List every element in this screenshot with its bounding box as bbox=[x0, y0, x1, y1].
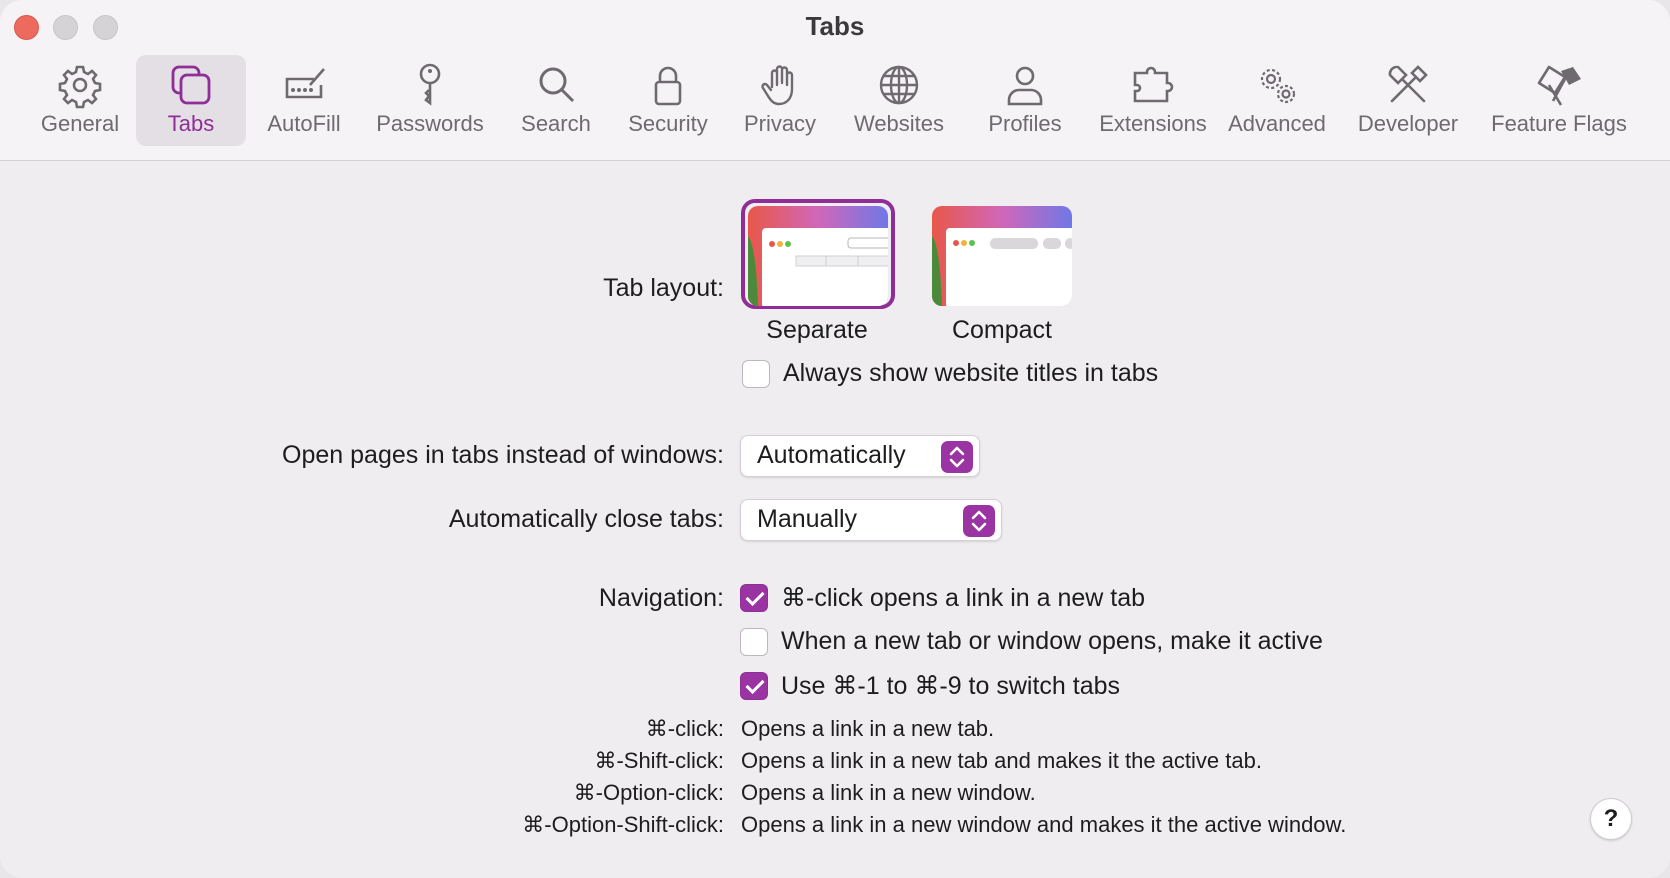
close-tabs-popup[interactable]: Manually bbox=[740, 499, 1002, 541]
lock-icon bbox=[654, 66, 682, 106]
tab-profiles-label: Profiles bbox=[988, 111, 1062, 136]
compact-layout-preview bbox=[932, 206, 1072, 306]
tab-feature-flags[interactable]: Feature Flags bbox=[1482, 55, 1636, 146]
cmd-number-switch-checkbox[interactable] bbox=[740, 672, 768, 700]
compact-caption: Compact bbox=[951, 316, 1053, 344]
make-active-checkbox[interactable] bbox=[740, 628, 768, 656]
separate-caption: Separate bbox=[766, 316, 868, 344]
shortcut-desc: Opens a link in a new window and makes i… bbox=[741, 812, 1347, 837]
tab-advanced[interactable]: Advanced bbox=[1226, 55, 1328, 146]
shortcut-key: ⌘-Shift-click: bbox=[594, 748, 724, 773]
flags-icon bbox=[1537, 65, 1581, 106]
shortcut-key: ⌘-Option-Shift-click: bbox=[522, 812, 724, 837]
tab-search-label: Search bbox=[521, 111, 591, 136]
tab-extensions-label: Extensions bbox=[1099, 111, 1207, 136]
autofill-icon bbox=[285, 68, 325, 99]
open-pages-value: Automatically bbox=[757, 441, 906, 469]
tab-advanced-label: Advanced bbox=[1228, 111, 1326, 136]
tab-general[interactable]: General bbox=[34, 55, 126, 146]
separate-layout-option[interactable] bbox=[748, 206, 888, 306]
tab-tabs-label: Tabs bbox=[167, 111, 215, 136]
tab-websites[interactable]: Websites bbox=[838, 55, 960, 146]
separate-layout-preview bbox=[748, 206, 888, 306]
tab-developer-label: Developer bbox=[1357, 111, 1459, 136]
shortcut-desc: Opens a link in a new tab and makes it t… bbox=[741, 748, 1262, 773]
tab-websites-label: Websites bbox=[853, 111, 945, 136]
cmd-number-switch-label: Use ⌘-1 to ⌘-9 to switch tabs bbox=[781, 672, 1121, 700]
tab-search[interactable]: Search bbox=[508, 55, 604, 146]
compact-layout-option[interactable] bbox=[932, 206, 1072, 306]
tab-extensions[interactable]: Extensions bbox=[1090, 55, 1216, 146]
open-pages-label: Open pages in tabs instead of windows: bbox=[282, 441, 724, 469]
navigation-label: Navigation: bbox=[598, 584, 724, 612]
tab-security-label: Security bbox=[628, 111, 708, 136]
shortcut-desc: Opens a link in a new window. bbox=[741, 780, 1036, 805]
make-active-label: When a new tab or window opens, make it … bbox=[781, 627, 1323, 655]
tab-developer[interactable]: Developer bbox=[1348, 55, 1468, 146]
shortcut-desc: Opens a link in a new tab. bbox=[741, 716, 995, 741]
person-icon bbox=[1007, 66, 1043, 106]
globe-icon bbox=[879, 65, 919, 105]
gear-icon bbox=[58, 65, 102, 109]
title-bar: Tabs General Tabs AutoFill Passwords Sea… bbox=[0, 0, 1670, 161]
tab-feature-flags-label: Feature Flags bbox=[1491, 111, 1627, 136]
tab-tabs[interactable]: Tabs bbox=[136, 55, 246, 146]
hand-icon bbox=[761, 65, 794, 106]
help-button[interactable]: ? bbox=[1590, 798, 1632, 840]
tab-privacy-label: Privacy bbox=[743, 111, 817, 136]
settings-window: Tabs General Tabs AutoFill Passwords Sea… bbox=[0, 0, 1670, 878]
cmd-click-new-tab-checkbox[interactable] bbox=[740, 584, 768, 612]
shortcut-key: ⌘-click: bbox=[645, 716, 724, 741]
tab-passwords-label: Passwords bbox=[376, 111, 484, 136]
tab-profiles[interactable]: Profiles bbox=[970, 55, 1080, 146]
close-tabs-value: Manually bbox=[757, 505, 858, 533]
tab-autofill-label: AutoFill bbox=[267, 111, 341, 136]
tools-icon bbox=[1388, 65, 1428, 103]
key-icon bbox=[419, 63, 441, 106]
tab-security[interactable]: Security bbox=[614, 55, 722, 146]
preferences-toolbar: General Tabs AutoFill Passwords Search S… bbox=[0, 55, 1670, 147]
popup-arrows-icon bbox=[941, 441, 973, 473]
tab-passwords[interactable]: Passwords bbox=[362, 55, 498, 146]
search-icon bbox=[539, 67, 575, 103]
tabs-icon bbox=[171, 65, 211, 105]
window-title: Tabs bbox=[805, 11, 865, 41]
cmd-click-new-tab-label: ⌘-click opens a link in a new tab bbox=[781, 584, 1146, 612]
open-pages-popup[interactable]: Automatically bbox=[740, 435, 980, 477]
always-show-titles-label: Always show website titles in tabs bbox=[783, 359, 1159, 387]
tab-layout-label: Tab layout: bbox=[603, 274, 724, 302]
tab-privacy[interactable]: Privacy bbox=[732, 55, 828, 146]
shortcut-key: ⌘-Option-click: bbox=[573, 780, 724, 805]
tab-autofill[interactable]: AutoFill bbox=[256, 55, 352, 146]
popup-arrows-icon bbox=[963, 505, 995, 537]
puzzle-icon bbox=[1133, 66, 1174, 103]
close-tabs-label: Automatically close tabs: bbox=[448, 505, 724, 533]
always-show-titles-checkbox[interactable] bbox=[742, 360, 770, 388]
gears-icon bbox=[1260, 68, 1296, 104]
tab-general-label: General bbox=[40, 111, 120, 136]
